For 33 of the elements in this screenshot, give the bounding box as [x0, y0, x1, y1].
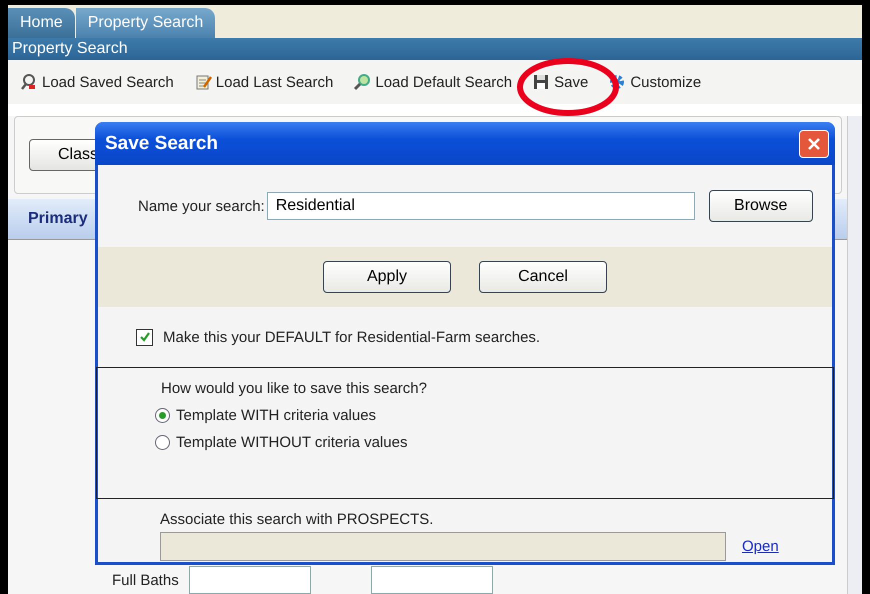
radio-label: Template WITHOUT criteria values	[176, 434, 408, 451]
radio-button[interactable]	[155, 435, 170, 450]
section-tab[interactable]: Primary	[28, 210, 88, 228]
name-field[interactable]: Residential	[266, 192, 695, 220]
cancel-button[interactable]: Cancel	[479, 261, 607, 293]
prospects-field[interactable]	[160, 532, 726, 561]
open-link[interactable]: Open	[742, 538, 779, 555]
toolbar-button[interactable]: Save	[532, 73, 588, 91]
notepad-pencil-icon	[194, 73, 212, 91]
page-title: Property Search	[12, 40, 128, 57]
name-label: Name your search:	[138, 198, 265, 214]
close-button[interactable]	[799, 130, 829, 158]
max-field[interactable]	[370, 566, 493, 594]
tab[interactable]: Home	[8, 8, 75, 38]
min-field[interactable]	[188, 566, 311, 594]
search-person-icon	[20, 73, 38, 91]
toolbar-button[interactable]: Load Last Search	[194, 73, 334, 91]
gear-icon	[608, 73, 626, 91]
apply-button[interactable]: Apply	[323, 261, 451, 293]
radio-label: Template WITH criteria values	[176, 407, 376, 424]
question-label: How would you like to save this search?	[161, 380, 427, 397]
toolbar-button[interactable]: Customize	[608, 73, 702, 91]
toolbar-button[interactable]: Load Saved Search	[20, 73, 174, 91]
checkbox[interactable]	[136, 328, 153, 346]
radio-button[interactable]	[155, 408, 170, 423]
toolbar-button[interactable]: Load Default Search	[353, 73, 512, 91]
close-icon	[807, 136, 821, 150]
checkbox-label: Make this your DEFAULT for Residential-Farm searches.	[163, 328, 540, 346]
field-label: Full Baths	[112, 572, 179, 588]
browse-button[interactable]: Browse	[708, 190, 813, 222]
magnifier-icon	[353, 73, 372, 91]
prospects-label: Associate this search with PROSPECTS.	[160, 511, 434, 528]
scrollbar[interactable]	[847, 116, 862, 594]
